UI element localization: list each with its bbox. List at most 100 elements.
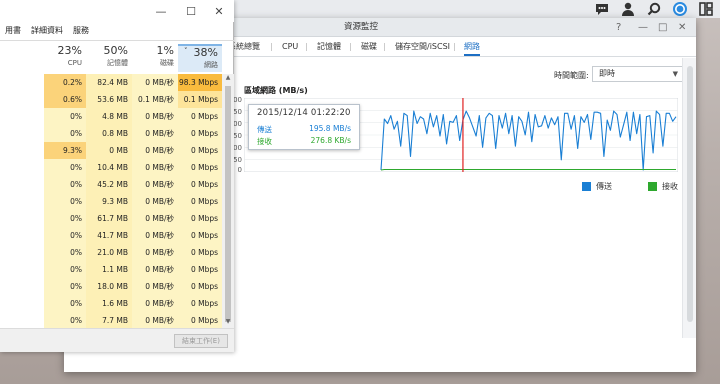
cell-mem: 41.7 MB [86, 227, 132, 244]
process-row[interactable]: 0% 21.0 MB 0 MB/秒 0 Mbps [0, 244, 222, 261]
cell-net: 98.3 Mbps [178, 74, 222, 91]
cell-net: 0 Mbps [178, 125, 222, 142]
task-manager-footer: 結束工作(E) [0, 328, 234, 352]
tab-storage-iscsi[interactable]: 儲存空間/iSCSI [395, 37, 450, 56]
process-row[interactable]: 0% 61.7 MB 0 MB/秒 0 Mbps [0, 210, 222, 227]
task-manager-scrollbar[interactable]: ▲ ▼ [222, 74, 234, 328]
process-row[interactable]: 0% 1.1 MB 0 MB/秒 0 Mbps [0, 261, 222, 278]
tooltip-recv-value: 276.8 KB/s [310, 136, 351, 145]
tab-network[interactable]: 網路 [464, 37, 480, 56]
cell-disk: 0 MB/秒 [132, 295, 178, 312]
cell-mem: 7.7 MB [86, 312, 132, 329]
column-header-cpu[interactable]: 23% CPU [44, 44, 86, 72]
cell-disk: 0 MB/秒 [132, 142, 178, 159]
process-row[interactable]: 0% 45.2 MB 0 MB/秒 0 Mbps [0, 176, 222, 193]
cell-disk: 0 MB/秒 [132, 278, 178, 295]
widgets-icon[interactable] [698, 1, 714, 17]
chat-icon[interactable] [594, 1, 610, 17]
column-header-disk[interactable]: 1% 磁碟 [132, 44, 178, 72]
maximize-button[interactable]: □ [658, 18, 667, 37]
process-row[interactable]: 0% 9.3 MB 0 MB/秒 0 Mbps [0, 193, 222, 210]
cell-net: 0 Mbps [178, 210, 222, 227]
chart-tooltip: 2015/12/14 01:22:20 傳送 195.8 MB/s 接收 276… [248, 104, 360, 150]
time-range-select[interactable]: 即時 ▼ [592, 66, 684, 82]
tab-services[interactable]: 服務 [68, 24, 94, 37]
process-row[interactable]: 0% 4.8 MB 0 MB/秒 0 Mbps [0, 108, 222, 125]
scroll-down-icon[interactable]: ▼ [222, 318, 234, 328]
tab-divider [271, 43, 272, 51]
cell-mem: 1.1 MB [86, 261, 132, 278]
cell-cpu: 0.6% [44, 91, 86, 108]
legend-send-label: 傳送 [596, 182, 612, 191]
column-header-memory[interactable]: 50% 記憶體 [86, 44, 132, 72]
cell-mem: 1.6 MB [86, 295, 132, 312]
time-range-value: 即時 [599, 69, 615, 78]
cell-cpu: 0% [44, 244, 86, 261]
minimize-button[interactable]: — [146, 0, 176, 22]
cell-cpu: 0% [44, 227, 86, 244]
cell-cpu: 0% [44, 295, 86, 312]
sort-chevron-icon: ˅ [184, 47, 188, 55]
chevron-down-icon: ▼ [672, 70, 678, 78]
process-row[interactable]: 0% 7.7 MB 0 MB/秒 0 Mbps [0, 312, 222, 329]
process-row[interactable]: 0.2% 82.4 MB 0 MB/秒 98.3 Mbps [0, 74, 222, 91]
cell-mem: 0.8 MB [86, 125, 132, 142]
cell-cpu: 0% [44, 210, 86, 227]
help-button[interactable]: ? [616, 18, 621, 37]
cell-net: 0 Mbps [178, 159, 222, 176]
search-icon[interactable] [646, 1, 662, 17]
cell-mem: 61.7 MB [86, 210, 132, 227]
cell-net: 0 Mbps [178, 244, 222, 261]
minimize-button[interactable]: — [638, 18, 648, 37]
disk-label: 磁碟 [160, 59, 174, 67]
cell-disk: 0 MB/秒 [132, 261, 178, 278]
cell-cpu: 0% [44, 261, 86, 278]
tab-divider [350, 43, 351, 51]
notification-icon[interactable] [672, 1, 688, 17]
process-row[interactable]: 0% 18.0 MB 0 MB/秒 0 Mbps [0, 278, 222, 295]
tab-users[interactable]: 用書 [0, 24, 26, 37]
scrollbar-thumb[interactable] [687, 66, 693, 322]
cell-mem: 0 MB [86, 142, 132, 159]
cell-cpu: 0.2% [44, 74, 86, 91]
resource-monitor-scrollbar[interactable] [682, 58, 696, 338]
process-row[interactable]: 0% 10.4 MB 0 MB/秒 0 Mbps [0, 159, 222, 176]
cpu-label: CPU [67, 59, 82, 67]
tooltip-send-label: 傳送 [257, 125, 272, 134]
process-row[interactable]: 0% 1.6 MB 0 MB/秒 0 Mbps [0, 295, 222, 312]
tab-divider [384, 43, 385, 51]
cell-cpu: 0% [44, 312, 86, 329]
tab-disk[interactable]: 磁碟 [361, 37, 377, 56]
cell-net: 0 Mbps [178, 108, 222, 125]
cell-disk: 0 MB/秒 [132, 210, 178, 227]
process-row[interactable]: 9.3% 0 MB 0 MB/秒 0 Mbps [0, 142, 222, 159]
close-button[interactable]: ✕ [204, 0, 234, 22]
process-row[interactable]: 0% 0.8 MB 0 MB/秒 0 Mbps [0, 125, 222, 142]
column-header-network[interactable]: ˅ 38% 網路 [178, 44, 222, 72]
maximize-button[interactable]: ☐ [176, 0, 206, 22]
scroll-up-icon[interactable]: ▲ [222, 74, 234, 84]
tooltip-datetime: 2015/12/14 01:22:20 [257, 108, 351, 118]
cell-mem: 10.4 MB [86, 159, 132, 176]
cell-disk: 0 MB/秒 [132, 108, 178, 125]
memory-total: 50% [103, 44, 128, 57]
task-manager-titlebar[interactable]: — ☐ ✕ [0, 0, 234, 22]
cell-disk: 0 MB/秒 [132, 227, 178, 244]
series-recv-line [380, 168, 676, 171]
process-row[interactable]: 0.6% 53.6 MB 0.1 MB/秒 0.1 Mbps [0, 91, 222, 108]
cell-disk: 0 MB/秒 [132, 244, 178, 261]
tab-cpu[interactable]: CPU [282, 37, 298, 56]
cell-cpu: 0% [44, 125, 86, 142]
cpu-total: 23% [57, 44, 82, 57]
tab-memory[interactable]: 記憶體 [317, 37, 341, 56]
tab-details[interactable]: 詳細資料 [26, 24, 68, 37]
user-icon[interactable] [620, 1, 636, 17]
cell-disk: 0 MB/秒 [132, 125, 178, 142]
legend-recv-swatch [648, 182, 657, 191]
process-row[interactable]: 0% 41.7 MB 0 MB/秒 0 Mbps [0, 227, 222, 244]
cell-mem: 21.0 MB [86, 244, 132, 261]
cell-mem: 82.4 MB [86, 74, 132, 91]
close-button[interactable]: ✕ [678, 18, 686, 37]
end-task-button[interactable]: 結束工作(E) [174, 334, 228, 348]
scrollbar-thumb[interactable] [225, 86, 231, 322]
